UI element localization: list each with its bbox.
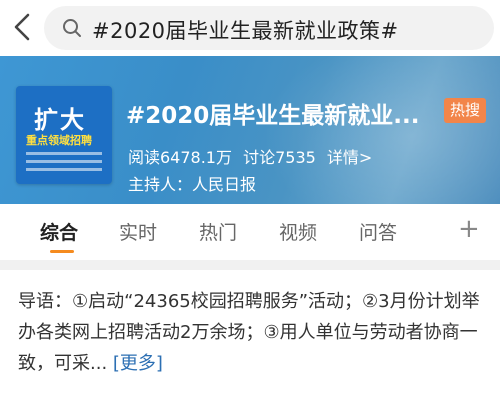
tab-video[interactable]: 视频 <box>279 218 317 245</box>
summary-text: 导语：①启动“24365校园招聘服务”活动；②3月份计划举办各类网上招聘活动2万… <box>18 291 480 374</box>
logo-title: 扩大 <box>34 106 86 134</box>
search-query-text: #2020届毕业生最新就业政策# <box>92 19 399 43</box>
tab-qa[interactable]: 问答 <box>359 218 397 245</box>
tab-bar: 综合 实时 热门 视频 问答 + <box>0 204 500 260</box>
back-arrow-icon[interactable] <box>8 10 38 44</box>
topic-host: 主持人：人民日报 <box>128 175 257 194</box>
hot-badge: 热搜 <box>444 98 486 123</box>
read-count: 阅读6478.1万 <box>128 148 232 167</box>
tab-popular[interactable]: 热门 <box>199 218 237 245</box>
search-icon <box>62 18 82 38</box>
details-link[interactable]: 详情> <box>327 148 372 167</box>
tab-realtime[interactable]: 实时 <box>119 218 157 245</box>
tab-comprehensive[interactable]: 综合 <box>40 218 78 245</box>
topic-title: #2020届毕业生最新就业... <box>126 103 420 129</box>
discussion-count: 讨论7535 <box>243 148 316 167</box>
topic-stats: 阅读6478.1万 讨论7535 详情> <box>128 144 378 168</box>
logo-decoration <box>26 152 102 176</box>
topic-logo: 扩大 重点领域招聘 <box>16 86 112 184</box>
topic-banner: 扩大 重点领域招聘 #2020届毕业生最新就业... 热搜 阅读6478.1万 … <box>0 56 500 204</box>
topic-summary: 导语：①启动“24365校园招聘服务”活动；②3月份计划举办各类网上招聘活动2万… <box>18 286 488 379</box>
add-tab-button[interactable]: + <box>458 214 480 244</box>
section-divider <box>0 260 500 270</box>
search-input[interactable]: #2020届毕业生最新就业政策# <box>44 6 494 50</box>
active-tab-indicator <box>50 250 74 253</box>
top-bar: #2020届毕业生最新就业政策# <box>0 0 500 56</box>
logo-subtitle: 重点领域招聘 <box>26 134 92 147</box>
more-link[interactable]: [更多] <box>113 353 163 374</box>
